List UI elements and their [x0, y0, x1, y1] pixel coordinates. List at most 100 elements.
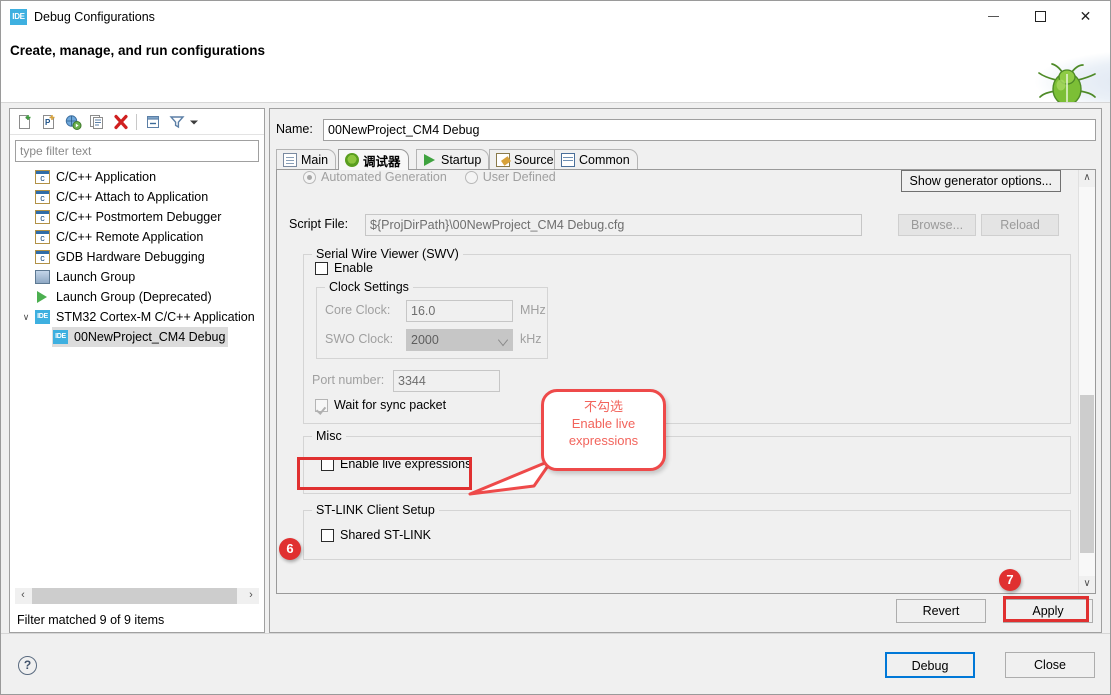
close-window-button[interactable]: ✕	[1063, 1, 1108, 31]
generation-radio-group: Automated Generation User Defined	[303, 170, 556, 187]
export-icon[interactable]	[64, 113, 82, 131]
tree-item-c-cpp-remote-application[interactable]: C/C++ Remote Application	[10, 227, 264, 247]
scroll-down-icon[interactable]: ∨	[1079, 576, 1095, 593]
filter-status-text: Filter matched 9 of 9 items	[17, 613, 165, 627]
scroll-left-icon[interactable]: ‹	[15, 588, 31, 604]
callout-line-2: Enable live	[571, 416, 636, 431]
scroll-up-icon[interactable]: ∧	[1079, 170, 1095, 187]
misc-group: Misc Enable live expressions	[303, 429, 1071, 494]
callout-line-3: expressions	[568, 433, 639, 448]
search-input[interactable]: type filter text	[15, 140, 259, 162]
radio-automated-generation[interactable]: Automated Generation	[303, 170, 447, 184]
tree-item-c-cpp-application[interactable]: C/C++ Application	[10, 167, 264, 187]
c-app-icon	[35, 250, 50, 264]
question-mark-icon[interactable]: ?	[18, 656, 37, 675]
minimize-button[interactable]	[971, 1, 1016, 31]
stlink-client-setup-group: ST-LINK Client Setup Shared ST-LINK	[303, 503, 1071, 560]
port-number-label: Port number:	[312, 373, 385, 387]
c-app-icon	[35, 210, 50, 224]
title-bar: IDE Debug Configurations ✕	[1, 1, 1110, 35]
dialog-footer: ? Debug Close	[1, 633, 1110, 694]
chevron-down-icon	[497, 333, 509, 347]
swo-clock-value: 2000	[411, 333, 439, 347]
tree-item-label: STM32 Cortex-M C/C++ Application	[56, 310, 255, 324]
tree-item-label: GDB Hardware Debugging	[56, 250, 205, 264]
launch-group-icon	[35, 270, 50, 284]
tree-item-stm32-cortex-m-application[interactable]: ∨ IDE STM32 Cortex-M C/C++ Application	[10, 307, 264, 327]
annotation-callout: 不勾选 Enable live expressions	[541, 389, 666, 471]
tree-item-00newproject-cm4-debug[interactable]: IDE 00NewProject_CM4 Debug	[10, 327, 264, 347]
radio-label: User Defined	[482, 170, 556, 184]
ide-icon: IDE	[53, 330, 68, 344]
checkbox-icon	[321, 457, 334, 471]
wait-for-sync-packet-checkbox[interactable]: Wait for sync packet	[315, 398, 446, 412]
tree-item-c-cpp-attach-to-application[interactable]: C/C++ Attach to Application	[10, 187, 264, 207]
reload-button[interactable]: Reload	[981, 214, 1059, 236]
group-legend: Clock Settings	[325, 280, 413, 294]
tree-item-label: C/C++ Application	[56, 170, 157, 184]
duplicate-icon[interactable]	[88, 113, 106, 131]
tree-item-gdb-hardware-debugging[interactable]: GDB Hardware Debugging	[10, 247, 264, 267]
swv-enable-checkbox[interactable]: Enable	[315, 261, 373, 275]
revert-button[interactable]: Revert	[896, 599, 986, 623]
view-menu-icon[interactable]	[188, 113, 200, 131]
launch-configurations-tree: C/C++ Application C/C++ Attach to Applic…	[10, 167, 264, 347]
new-prototype-icon[interactable]: P	[40, 113, 58, 131]
scroll-right-icon[interactable]: ›	[243, 588, 259, 604]
c-app-icon	[35, 190, 50, 204]
name-row: Name: 00NewProject_CM4 Debug	[276, 119, 1096, 141]
chevron-down-icon[interactable]: ∨	[20, 307, 32, 327]
show-generator-options-button[interactable]: Show generator options...	[900, 170, 1061, 192]
configuration-name-input[interactable]: 00NewProject_CM4 Debug	[323, 119, 1096, 141]
script-file-input[interactable]: ${ProjDirPath}\00NewProject_CM4 Debug.cf…	[365, 214, 862, 236]
tree-item-c-cpp-postmortem-debugger[interactable]: C/C++ Postmortem Debugger	[10, 207, 264, 227]
tab-common[interactable]: Common	[554, 149, 638, 170]
collapse-all-icon[interactable]	[144, 113, 162, 131]
swo-clock-label: SWO Clock:	[325, 332, 394, 346]
close-button[interactable]: Close	[1005, 652, 1095, 678]
checkbox-checked-icon	[315, 398, 328, 412]
tab-source[interactable]: Source	[489, 149, 562, 170]
delete-icon[interactable]	[112, 113, 130, 131]
tree-item-launch-group[interactable]: Launch Group	[10, 267, 264, 287]
apply-button[interactable]: Apply	[1003, 599, 1093, 623]
port-number-input[interactable]: 3344	[393, 370, 500, 392]
tab-main[interactable]: Main	[276, 149, 337, 170]
common-window-icon	[561, 153, 575, 167]
filter-icon[interactable]	[168, 113, 186, 131]
radio-user-defined[interactable]: User Defined	[464, 170, 556, 184]
core-clock-input[interactable]: 16.0	[406, 300, 513, 322]
c-app-icon	[35, 170, 50, 184]
window-title: Debug Configurations	[34, 10, 155, 24]
scrollbar-thumb[interactable]	[32, 588, 237, 604]
configuration-editor-panel: Name: 00NewProject_CM4 Debug Main 调试器 St…	[269, 108, 1102, 633]
swo-clock-select[interactable]: 2000	[406, 329, 513, 351]
name-label: Name:	[276, 122, 313, 136]
radio-on-icon	[303, 170, 316, 184]
checkbox-icon	[315, 261, 328, 275]
tree-item-launch-group-deprecated[interactable]: Launch Group (Deprecated)	[10, 287, 264, 307]
launch-group-deprecated-icon	[35, 290, 50, 304]
enable-live-expressions-checkbox[interactable]: Enable live expressions	[321, 457, 471, 471]
tab-startup[interactable]: Startup	[416, 149, 490, 170]
annotation-badge-6: 6	[279, 538, 301, 560]
core-clock-label: Core Clock:	[325, 303, 391, 317]
shared-stlink-checkbox[interactable]: Shared ST-LINK	[321, 528, 431, 542]
checkbox-label: Wait for sync packet	[334, 398, 447, 412]
debug-button[interactable]: Debug	[885, 652, 975, 678]
serial-wire-viewer-group: Serial Wire Viewer (SWV) Enable Clock Se…	[303, 247, 1071, 424]
new-launch-configuration-icon[interactable]	[16, 113, 34, 131]
scrollbar-thumb[interactable]	[1080, 395, 1094, 553]
tree-item-label: C/C++ Postmortem Debugger	[56, 210, 222, 224]
tab-content-vertical-scrollbar[interactable]: ∧ ∨	[1078, 170, 1095, 593]
page-title: Create, manage, and run configurations	[10, 43, 266, 58]
tree-horizontal-scrollbar[interactable]: ‹ ›	[15, 588, 259, 604]
group-legend: ST-LINK Client Setup	[312, 503, 439, 517]
maximize-button[interactable]	[1018, 1, 1063, 31]
browse-button[interactable]: Browse...	[898, 214, 976, 236]
group-legend: Misc	[312, 429, 346, 443]
tab-debugger[interactable]: 调试器	[338, 149, 409, 170]
checkbox-label: Enable live expressions	[340, 457, 472, 471]
tab-label: Startup	[441, 153, 482, 167]
tab-label: Main	[301, 153, 329, 167]
